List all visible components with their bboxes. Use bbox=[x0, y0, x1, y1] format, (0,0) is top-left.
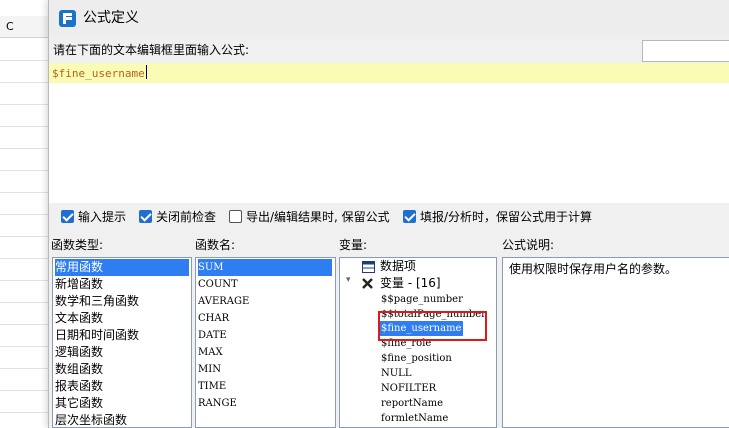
variable-item[interactable]: NOFILTER bbox=[381, 381, 436, 396]
search-input[interactable] bbox=[642, 40, 729, 62]
list-item[interactable]: TIME bbox=[198, 378, 226, 395]
option-label: 填报/分析时，保留公式用于计算 bbox=[420, 210, 593, 224]
title-bar[interactable]: 公式定义 bbox=[49, 0, 729, 36]
checkbox-icon[interactable] bbox=[139, 210, 152, 223]
function-name-header: 函数名: bbox=[195, 238, 236, 252]
sheet-row bbox=[0, 368, 48, 369]
checkbox-icon[interactable] bbox=[229, 210, 242, 223]
list-item[interactable]: 数学和三角函数 bbox=[55, 293, 139, 310]
sheet-row bbox=[0, 280, 48, 281]
description-panel: 使用权限时保存用户名的参数。 bbox=[502, 257, 729, 428]
list-item[interactable]: 报表函数 bbox=[55, 378, 103, 395]
list-item[interactable]: 层次坐标函数 bbox=[55, 412, 127, 427]
checkbox-icon[interactable] bbox=[403, 210, 416, 223]
dialog-title: 公式定义 bbox=[83, 10, 139, 26]
table-icon bbox=[362, 261, 375, 273]
variable-item[interactable]: formletName bbox=[381, 411, 448, 426]
list-item[interactable]: MIN bbox=[198, 361, 221, 378]
list-item[interactable]: CHAR bbox=[198, 310, 229, 327]
sheet-row bbox=[0, 192, 48, 193]
list-item[interactable]: SUM bbox=[198, 259, 332, 276]
variable-item[interactable]: NULL bbox=[381, 366, 411, 381]
option-label: 导出/编辑结果时, 保留公式 bbox=[246, 210, 390, 224]
sheet-row bbox=[0, 412, 48, 413]
sheet-row bbox=[0, 236, 48, 237]
editor-prompt: 请在下面的文本编辑框里面输入公式: bbox=[53, 43, 250, 57]
list-item[interactable]: RANGE bbox=[198, 395, 237, 412]
tree-node-data-item[interactable]: 数据项 bbox=[380, 258, 416, 275]
list-item[interactable]: 其它函数 bbox=[55, 395, 103, 412]
list-item[interactable]: 数组函数 bbox=[55, 361, 103, 378]
chevron-down-icon[interactable]: ▾ bbox=[346, 275, 351, 285]
sheet-row bbox=[0, 302, 48, 303]
description-text: 使用权限时保存用户名的参数。 bbox=[509, 262, 678, 276]
tree-node-variables-group[interactable]: 变量 - [16] bbox=[380, 275, 441, 292]
formula-editor[interactable]: $fine_username bbox=[49, 63, 729, 203]
list-item[interactable]: 常用函数 bbox=[55, 259, 189, 276]
list-item[interactable]: MAX bbox=[198, 344, 223, 361]
variables-tree[interactable]: 数据项 ▾ 变量 - [16] $$page_number $$totalPag… bbox=[339, 257, 497, 428]
sheet-row bbox=[0, 258, 48, 259]
sheet-row bbox=[0, 324, 48, 325]
sheet-row bbox=[0, 126, 48, 127]
variable-icon bbox=[362, 278, 373, 289]
sheet-row bbox=[0, 170, 48, 171]
variables-header: 变量: bbox=[339, 238, 368, 252]
option-label: 关闭前检查 bbox=[156, 210, 217, 224]
column-header: C bbox=[0, 16, 48, 38]
background-spreadsheet: C bbox=[0, 0, 49, 428]
function-type-header: 函数类型: bbox=[51, 238, 104, 252]
sheet-row bbox=[0, 346, 48, 347]
description-header: 公式说明: bbox=[502, 238, 555, 252]
variable-item[interactable]: reportName bbox=[381, 396, 443, 411]
list-item[interactable]: 逻辑函数 bbox=[55, 344, 103, 361]
function-name-list[interactable]: SUM COUNT AVERAGE CHAR DATE MAX MIN TIME… bbox=[195, 257, 336, 428]
list-item[interactable]: 日期和时间函数 bbox=[55, 327, 139, 344]
sheet-row bbox=[0, 148, 48, 149]
list-item[interactable]: AVERAGE bbox=[198, 293, 249, 310]
list-item[interactable]: 新增函数 bbox=[55, 276, 103, 293]
function-type-list[interactable]: 常用函数 新增函数 数学和三角函数 文本函数 日期和时间函数 逻辑函数 数组函数… bbox=[52, 257, 192, 428]
text-caret bbox=[145, 65, 147, 79]
formula-text[interactable]: $fine_username bbox=[52, 65, 147, 82]
app-logo-icon bbox=[59, 10, 76, 27]
checkbox-icon[interactable] bbox=[61, 210, 74, 223]
highlight-box bbox=[378, 311, 487, 341]
sheet-row bbox=[0, 214, 48, 215]
formula-dialog: 公式定义 请在下面的文本编辑框里面输入公式: $fine_username 输入… bbox=[48, 0, 729, 428]
sheet-row bbox=[0, 104, 48, 105]
list-item[interactable]: COUNT bbox=[198, 276, 238, 293]
option-label: 输入提示 bbox=[78, 210, 127, 224]
variable-item[interactable]: $fine_position bbox=[381, 351, 452, 366]
list-item[interactable]: 文本函数 bbox=[55, 310, 103, 327]
current-line-highlight bbox=[49, 63, 729, 83]
variable-item[interactable]: $$page_number bbox=[381, 292, 463, 307]
sheet-row bbox=[0, 60, 48, 61]
formula-value: $fine_username bbox=[52, 67, 145, 80]
sheet-row bbox=[0, 390, 48, 391]
list-item[interactable]: DATE bbox=[198, 327, 227, 344]
sheet-row bbox=[0, 82, 48, 83]
